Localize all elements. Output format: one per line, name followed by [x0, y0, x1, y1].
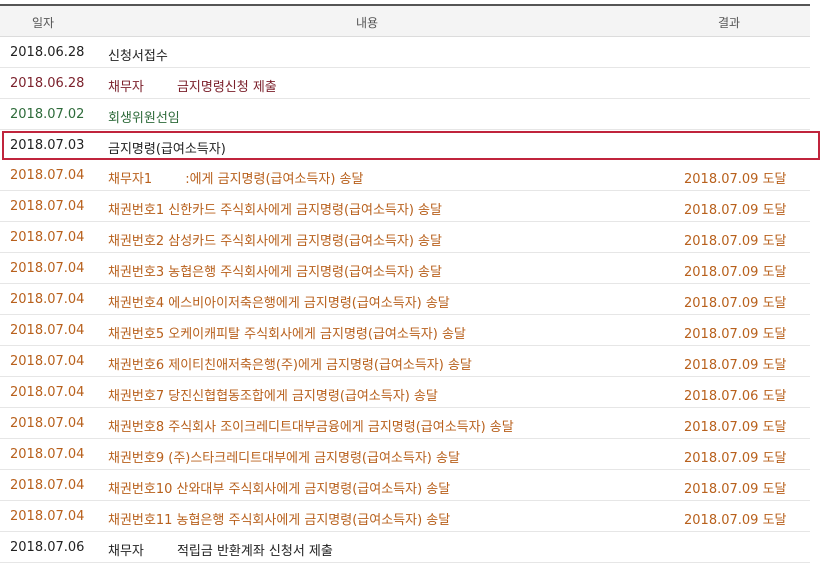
row-content: 채권번호3 농협은행 주식회사에게 금지명령(급여소득자) 송달	[108, 265, 442, 280]
row-date: 2018.07.04	[10, 354, 85, 369]
row-date: 2018.07.04	[10, 199, 85, 214]
row-content: 회생위원선임	[108, 111, 180, 126]
row-result: 2018.07.09 도달	[684, 234, 787, 249]
row-date: 2018.07.02	[10, 107, 85, 122]
row-content: 채권번호9 (주)스타크레디트대부에게 금지명령(급여소득자) 송달	[108, 451, 460, 466]
table-row-highlighted: 2018.07.03 금지명령(급여소득자)	[2, 131, 820, 160]
row-result: 2018.07.09 도달	[684, 420, 787, 435]
row-content: 채권번호4 에스비아이저축은행에게 금지명령(급여소득자) 송달	[108, 296, 450, 311]
row-content: 채무자 금지명령신청 제출	[108, 80, 277, 95]
table-row: 2018.06.28 채무자 금지명령신청 제출	[0, 69, 810, 99]
row-date: 2018.07.04	[10, 323, 85, 338]
table-row: 2018.07.04 채권번호9 (주)스타크레디트대부에게 금지명령(급여소득자…	[0, 440, 810, 470]
row-content: 채권번호6 제이티친애저축은행(주)에게 금지명령(급여소득자) 송달	[108, 358, 472, 373]
table-row: 2018.07.04 채권번호1 신한카드 주식회사에게 금지명령(급여소득자) …	[0, 192, 810, 222]
header-result: 결과	[718, 16, 741, 30]
row-content: 채권번호2 삼성카드 주식회사에게 금지명령(급여소득자) 송달	[108, 234, 442, 249]
table-row: 2018.07.04 채권번호3 농협은행 주식회사에게 금지명령(급여소득자) …	[0, 254, 810, 284]
row-content: 금지명령(급여소득자)	[108, 142, 226, 157]
table-header: 일자 내용 결과	[0, 4, 810, 37]
row-date: 2018.07.04	[10, 292, 85, 307]
row-date: 2018.07.04	[10, 168, 85, 183]
row-result: 2018.07.06 도달	[684, 389, 787, 404]
table-row: 2018.07.04 채무자1 :에게 금지명령(급여소득자) 송달 2018.07…	[0, 161, 810, 191]
row-result: 2018.07.09 도달	[684, 482, 787, 497]
row-result: 2018.07.09 도달	[684, 265, 787, 280]
table-row: 2018.07.04 채권번호2 삼성카드 주식회사에게 금지명령(급여소득자) …	[0, 223, 810, 253]
row-date: 2018.06.28	[10, 76, 85, 91]
table-row: 2018.07.04 채권번호5 오케이캐피탈 주식회사에게 금지명령(급여소득자…	[0, 316, 810, 346]
row-content: 채권번호11 농협은행 주식회사에게 금지명령(급여소득자) 송달	[108, 513, 451, 528]
row-content: 채권번호5 오케이캐피탈 주식회사에게 금지명령(급여소득자) 송달	[108, 327, 466, 342]
row-date: 2018.07.04	[10, 230, 85, 245]
table-row: 2018.07.04 채권번호7 당진신협협동조합에게 금지명령(급여소득자) 송…	[0, 378, 810, 408]
row-content: 채무자1 :에게 금지명령(급여소득자) 송달	[108, 172, 364, 187]
table-row: 2018.07.04 채권번호10 산와대부 주식회사에게 금지명령(급여소득자)…	[0, 471, 810, 501]
row-date: 2018.06.28	[10, 45, 85, 60]
row-content: 채권번호8 주식회사 조이크레디트대부금융에게 금지명령(급여소득자) 송달	[108, 420, 514, 435]
row-content: 채권번호7 당진신협협동조합에게 금지명령(급여소득자) 송달	[108, 389, 438, 404]
header-date: 일자	[32, 16, 55, 30]
row-date: 2018.07.04	[10, 261, 85, 276]
case-progress-table: 일자 내용 결과 2018.06.28 신청서접수 2018.06.28 채무자 금지…	[0, 4, 820, 563]
row-result: 2018.07.09 도달	[684, 327, 787, 342]
row-date: 2018.07.04	[10, 509, 85, 524]
header-content: 내용	[356, 16, 379, 30]
row-content: 채무자 적립금 반환계좌 신청서 제출	[108, 544, 333, 559]
table-row: 2018.07.02 회생위원선임	[0, 100, 810, 130]
table-row: 2018.07.04 채권번호6 제이티친애저축은행(주)에게 금지명령(급여소득…	[0, 347, 810, 377]
row-date: 2018.07.06	[10, 540, 85, 555]
table-row: 2018.07.04 채권번호11 농협은행 주식회사에게 금지명령(급여소득자)…	[0, 502, 810, 532]
row-result: 2018.07.09 도달	[684, 203, 787, 218]
row-result: 2018.07.09 도달	[684, 172, 787, 187]
row-date: 2018.07.04	[10, 478, 85, 493]
table-body: 2018.06.28 신청서접수 2018.06.28 채무자 금지명령신청 제출 20…	[0, 38, 820, 563]
table-row: 2018.07.06 채무자 적립금 반환계좌 신청서 제출	[0, 533, 810, 563]
row-result: 2018.07.09 도달	[684, 451, 787, 466]
row-content: 채권번호10 산와대부 주식회사에게 금지명령(급여소득자) 송달	[108, 482, 451, 497]
row-date: 2018.07.03	[10, 138, 85, 153]
row-content: 채권번호1 신한카드 주식회사에게 금지명령(급여소득자) 송달	[108, 203, 442, 218]
row-date: 2018.07.04	[10, 416, 85, 431]
row-date: 2018.07.04	[10, 385, 85, 400]
table-row: 2018.06.28 신청서접수	[0, 38, 810, 68]
row-content: 신청서접수	[108, 49, 168, 64]
row-result: 2018.07.09 도달	[684, 296, 787, 311]
row-result: 2018.07.09 도달	[684, 513, 787, 528]
table-row: 2018.07.04 채권번호4 에스비아이저축은행에게 금지명령(급여소득자) …	[0, 285, 810, 315]
row-result: 2018.07.09 도달	[684, 358, 787, 373]
table-row: 2018.07.04 채권번호8 주식회사 조이크레디트대부금융에게 금지명령(급…	[0, 409, 810, 439]
row-date: 2018.07.04	[10, 447, 85, 462]
